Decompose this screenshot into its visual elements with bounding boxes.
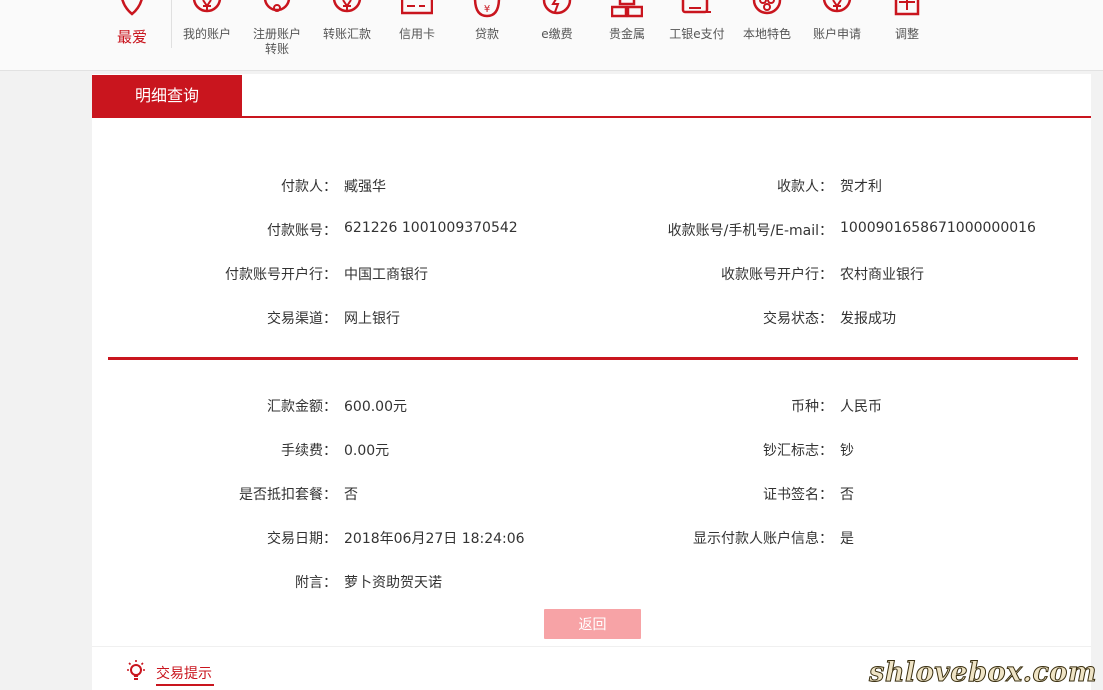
cert-sign-value: 否 — [840, 487, 854, 503]
top-nav: 最爱 我的账户 注册账户 转账 转账汇款 信用卡 ¥ 贷款 e缴费 贵金属 工银… — [0, 0, 1103, 71]
nav-label: 账户申请 — [812, 27, 861, 41]
payee-account-label: 收款账号/手机号/E-mail： — [667, 223, 833, 239]
loan-bag-icon: ¥ — [473, 0, 501, 18]
amount-value: 600.00元 — [344, 399, 407, 415]
fee-value: 0.00元 — [344, 443, 390, 459]
register-transfer-icon — [263, 0, 291, 12]
nav-item-transfer[interactable]: 转账汇款 — [312, 0, 382, 71]
amount-label: 汇款金额： — [267, 399, 337, 415]
adjust-icon — [894, 0, 920, 16]
nav-label: 工银e支付 — [669, 27, 725, 41]
payer-bank-value: 中国工商银行 — [344, 267, 428, 283]
tips-underline — [156, 684, 214, 686]
transfer-icon — [332, 0, 362, 13]
memo-label: 附言： — [295, 575, 337, 591]
lightning-icon — [542, 0, 572, 15]
watermark: shlovebox.com — [869, 657, 1097, 689]
tab-detail-query[interactable]: 明细查询 — [92, 75, 242, 117]
nav-item-loan[interactable]: ¥ 贷款 — [452, 0, 522, 71]
nav-label: 信用卡 — [398, 27, 435, 41]
show-payer-label: 显示付款人账户信息： — [693, 531, 833, 547]
nav-item-precious-metals[interactable]: 贵金属 — [592, 0, 662, 71]
nav-label: 贵金属 — [608, 27, 645, 41]
nav-item-favorites[interactable]: 最爱 — [97, 0, 167, 71]
payer-account-value: 621226 1001009370542 — [344, 220, 518, 236]
payee-bank-label: 收款账号开户行： — [721, 267, 833, 283]
detail-panel: 明细查询 付款人： 臧强华 付款账号： 621226 1001009370542… — [92, 74, 1091, 690]
nav-item-my-account[interactable]: 我的账户 — [172, 0, 242, 71]
e-pay-icon — [681, 0, 711, 14]
cash-flag-label: 钞汇标志： — [763, 443, 833, 459]
nav-label: 调整 — [894, 27, 919, 41]
nav-item-adjust[interactable]: 调整 — [872, 0, 942, 71]
nav-item-register-transfer[interactable]: 注册账户 转账 — [242, 0, 312, 71]
channel-label: 交易渠道： — [267, 311, 337, 327]
local-icon — [752, 0, 782, 15]
payee-bank-value: 农村商业银行 — [840, 267, 924, 283]
payer-account-label: 付款账号： — [267, 223, 337, 239]
nav-item-e-pay[interactable]: 工银e支付 — [662, 0, 732, 71]
nav-item-account-apply[interactable]: 账户申请 — [802, 0, 872, 71]
nav-label: 我的账户 — [182, 27, 231, 41]
nav-label: 最爱 — [116, 28, 147, 46]
lightbulb-icon — [127, 660, 145, 680]
yuan-chat-icon — [192, 0, 222, 13]
nav-label: 本地特色 — [742, 27, 791, 41]
payer-bank-label: 付款账号开户行： — [225, 267, 337, 283]
memo-value: 萝卜资助贺天诺 — [344, 575, 442, 591]
tips-tab[interactable]: 交易提示 — [156, 663, 212, 683]
payee-label: 收款人： — [777, 179, 833, 195]
package-deduct-value: 否 — [344, 487, 358, 503]
svg-text:¥: ¥ — [484, 4, 490, 15]
cash-flag-value: 钞 — [840, 443, 854, 459]
status-label: 交易状态： — [763, 311, 833, 327]
show-payer-value: 是 — [840, 531, 854, 547]
nav-label: 贷款 — [474, 27, 499, 41]
date-label: 交易日期： — [267, 531, 337, 547]
payer-label: 付款人： — [281, 179, 337, 195]
section-divider — [108, 357, 1078, 360]
nav-label: e缴费 — [541, 27, 573, 41]
gold-bars-icon — [611, 0, 643, 18]
cert-sign-label: 证书签名： — [763, 487, 833, 503]
currency-label: 币种： — [791, 399, 833, 415]
nav-item-e-payment[interactable]: e缴费 — [522, 0, 592, 71]
nav-item-credit-card[interactable]: 信用卡 — [382, 0, 452, 71]
back-button[interactable]: 返回 — [544, 609, 641, 639]
fee-label: 手续费： — [281, 443, 337, 459]
nav-label: 转账汇款 — [322, 27, 371, 41]
date-value: 2018年06月27日 18:24:06 — [344, 531, 525, 547]
credit-card-icon — [401, 0, 433, 15]
account-apply-icon — [822, 0, 852, 13]
currency-value: 人民币 — [840, 399, 882, 415]
payer-value: 臧强华 — [344, 179, 386, 195]
channel-value: 网上银行 — [344, 311, 400, 327]
payee-value: 贺才利 — [840, 179, 882, 195]
package-deduct-label: 是否抵扣套餐： — [239, 487, 337, 503]
nav-item-local[interactable]: 本地特色 — [732, 0, 802, 71]
nav-label: 注册账户 转账 — [252, 27, 301, 56]
payee-account-value: 1000901658671000000016 — [840, 220, 1036, 236]
status-value: 发报成功 — [840, 311, 896, 327]
heart-icon — [121, 0, 143, 16]
